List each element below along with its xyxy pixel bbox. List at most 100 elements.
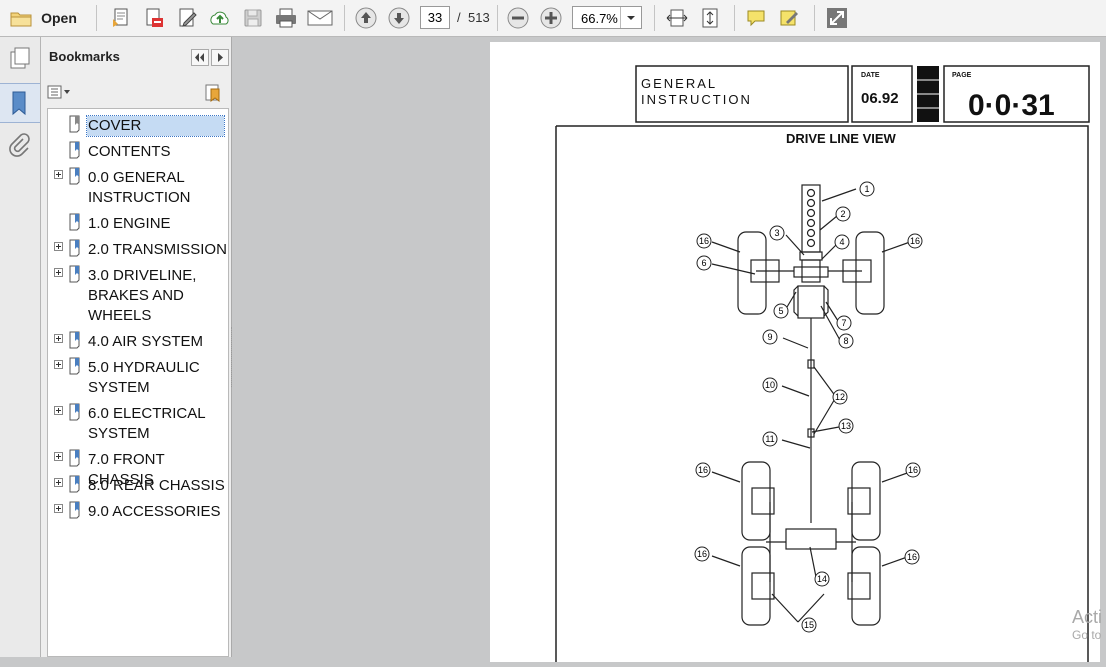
fit-width-icon <box>666 9 688 27</box>
edit-pdf-button[interactable] <box>174 5 200 31</box>
bookmark-item[interactable]: 6.0 ELECTRICAL SYSTEM <box>48 402 228 448</box>
bookmark-item[interactable]: 5.0 HYDRAULIC SYSTEM <box>48 356 228 402</box>
expand-plus-icon[interactable] <box>54 452 63 461</box>
attachments-button[interactable] <box>8 133 32 164</box>
expand-plus-icon[interactable] <box>54 360 63 369</box>
expand-plus-icon[interactable] <box>54 334 63 343</box>
callout-16a: 16 <box>696 233 712 249</box>
bookmark-item[interactable]: 7.0 FRONT CHASSIS <box>48 448 228 488</box>
expand-plus-icon[interactable] <box>54 170 63 179</box>
svg-text:12: 12 <box>835 392 845 402</box>
bookmark-label: 3.0 DRIVELINE, BRAKES AND WHEELS <box>88 267 197 324</box>
envelope-icon <box>307 10 333 26</box>
callout-8: 8 <box>838 333 854 349</box>
comment-icon <box>747 10 765 27</box>
bookmark-icon <box>68 239 82 263</box>
pdf-export-icon <box>146 8 163 27</box>
bookmark-icon <box>68 403 82 427</box>
expand-plus-icon[interactable] <box>54 504 63 513</box>
export-pdf-button[interactable] <box>141 5 167 31</box>
new-bookmark-button[interactable] <box>203 83 223 103</box>
plus-circle-icon <box>540 7 562 29</box>
callout-11: 11 <box>762 431 778 447</box>
watermark-line2: Go to <box>1072 628 1102 642</box>
save-icon <box>244 9 262 27</box>
header-title-line2: INSTRUCTION <box>641 92 752 107</box>
bookmark-item[interactable]: 3.0 DRIVELINE, BRAKES AND WHEELS <box>48 264 228 330</box>
pages-icon <box>10 47 30 69</box>
expand-plus-icon[interactable] <box>54 406 63 415</box>
bookmarks-tab[interactable] <box>0 83 40 123</box>
create-document-icon <box>113 8 128 27</box>
callout-4: 4 <box>834 234 850 250</box>
paperclip-icon <box>9 133 30 157</box>
edit-document-icon <box>179 8 197 27</box>
expand-plus-icon[interactable] <box>54 242 63 251</box>
zoom-in-button[interactable] <box>538 5 564 31</box>
bookmark-icon <box>68 449 82 473</box>
bookmark-label: 4.0 AIR SYSTEM <box>88 333 204 350</box>
page-total: 513 <box>468 10 490 25</box>
fit-width-button[interactable] <box>664 5 690 31</box>
bookmark-item[interactable]: 0.0 GENERAL INSTRUCTION <box>48 166 228 212</box>
document-viewer[interactable]: GENERAL INSTRUCTION DATE 06.92 PAGE 0·0·… <box>232 37 1106 666</box>
bookmark-options-button[interactable] <box>47 84 73 100</box>
page-thumbnails-button[interactable] <box>8 46 32 75</box>
printer-icon <box>276 8 296 28</box>
upload-button[interactable] <box>207 5 233 31</box>
full-screen-button[interactable] <box>824 5 850 31</box>
next-page-button[interactable] <box>386 5 412 31</box>
svg-text:9: 9 <box>767 332 772 342</box>
collapse-panel-button[interactable] <box>191 49 209 66</box>
callout-5: 5 <box>773 303 789 319</box>
fit-page-button[interactable] <box>697 5 723 31</box>
bookmark-item[interactable]: 9.0 ACCESSORIES <box>48 500 228 526</box>
expand-panel-button[interactable] <box>211 49 229 66</box>
callout-16b: 16 <box>907 233 923 249</box>
save-button[interactable] <box>240 5 266 31</box>
zoom-out-button[interactable] <box>505 5 531 31</box>
callout-7: 7 <box>836 315 852 331</box>
svg-text:3: 3 <box>774 228 779 238</box>
callout-3: 3 <box>769 225 785 241</box>
expand-plus-icon[interactable] <box>54 268 63 277</box>
bookmark-item[interactable]: CONTENTS <box>48 140 228 166</box>
expand-icon <box>827 8 847 28</box>
bookmark-item[interactable]: 8.0 REAR CHASSIS <box>48 474 228 500</box>
comment-button[interactable] <box>743 5 769 31</box>
navigation-pane <box>0 37 41 657</box>
highlight-button[interactable] <box>776 5 802 31</box>
page-label: PAGE <box>952 72 972 79</box>
expand-plus-icon[interactable] <box>54 478 63 487</box>
open-label: Open <box>41 10 77 26</box>
bookmark-label: CONTENTS <box>88 143 171 160</box>
bookmark-item[interactable]: COVER <box>48 114 228 140</box>
email-button[interactable] <box>306 5 334 31</box>
create-pdf-button[interactable] <box>108 5 134 31</box>
activation-watermark: Acti Go to <box>1072 607 1102 642</box>
date-label: DATE <box>861 72 880 79</box>
diagram-title: DRIVE LINE VIEW <box>786 131 897 146</box>
page-separator: / <box>457 10 461 25</box>
zoom-select[interactable]: 66.7% <box>572 6 642 29</box>
callout-9: 9 <box>762 329 778 345</box>
callout-2: 2 <box>835 206 851 222</box>
svg-text:10: 10 <box>765 380 775 390</box>
page-number-input[interactable]: 33 <box>420 6 450 29</box>
bookmark-item[interactable]: 1.0 ENGINE <box>48 212 228 238</box>
bookmark-label: 2.0 TRANSMISSION <box>88 241 227 258</box>
bookmark-icon <box>68 265 82 289</box>
bookmark-icon <box>68 141 82 165</box>
bookmark-icon <box>68 213 82 237</box>
zoom-value: 66.7% <box>581 11 618 26</box>
print-button[interactable] <box>273 5 299 31</box>
minus-circle-icon <box>507 7 529 29</box>
watermark-line1: Acti <box>1072 607 1103 627</box>
bookmark-item[interactable]: 4.0 AIR SYSTEM <box>48 330 228 356</box>
bookmark-item[interactable]: 2.0 TRANSMISSION <box>48 238 228 264</box>
previous-page-button[interactable] <box>353 5 379 31</box>
arrow-up-icon <box>355 7 377 29</box>
open-button[interactable]: Open <box>8 5 78 31</box>
svg-text:8: 8 <box>843 336 848 346</box>
bookmark-icon <box>12 91 26 116</box>
